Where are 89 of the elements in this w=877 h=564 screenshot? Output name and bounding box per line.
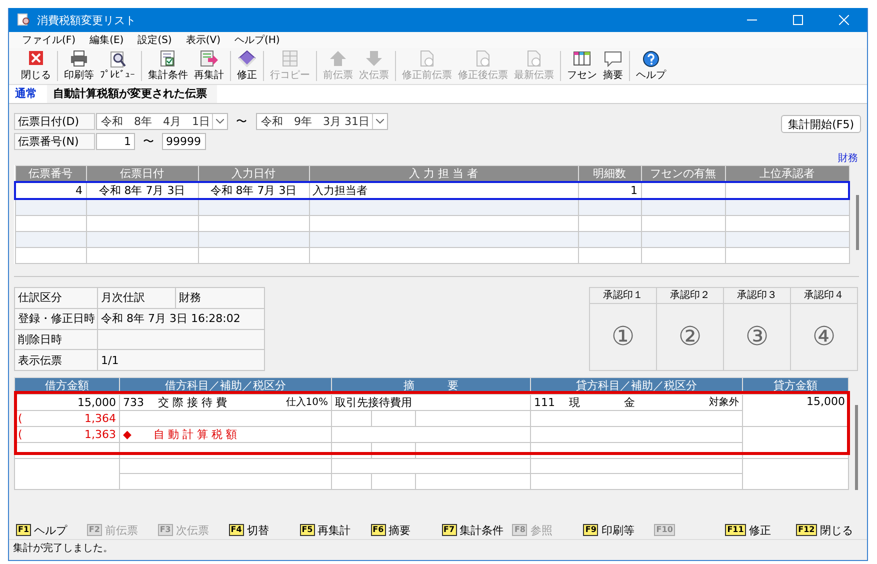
key-badge: F11 xyxy=(725,524,746,536)
field-label: 伝票日付(D) xyxy=(14,113,95,130)
key-badge: F10 xyxy=(654,524,675,536)
debit-amount: 15,000 xyxy=(14,394,120,411)
menu-item[interactable]: 設定(S) xyxy=(130,33,179,47)
info-label: 表示伝票 xyxy=(14,350,98,370)
account-code: 733 xyxy=(123,396,144,409)
stamp-slot[interactable]: ④ xyxy=(791,304,857,370)
department-label: 財務 xyxy=(838,153,858,165)
date-field[interactable]: 令和 8年 4月 1日 xyxy=(96,113,228,130)
app-icon xyxy=(17,13,31,27)
function-key[interactable]: F1 ヘルプ xyxy=(16,522,87,538)
account-name: ◆ 自 動 計 算 税 額 xyxy=(120,426,332,443)
key-badge: F5 xyxy=(300,524,315,536)
menu-item[interactable]: 編集(E) xyxy=(82,33,131,47)
key-badge: F2 xyxy=(86,524,102,536)
menu-item[interactable]: ヘルプ(H) xyxy=(228,33,287,47)
bracket-mark: ( xyxy=(18,412,22,425)
info-label: 仕訳区分 xyxy=(14,288,98,308)
info-value: 1/1 xyxy=(98,350,264,370)
toolbar-button[interactable]: ﾌﾟﾚﾋﾞｭｰ xyxy=(97,51,138,81)
maximize-icon[interactable] xyxy=(793,15,803,25)
toolbar-button[interactable]: 集計条件 xyxy=(145,50,191,82)
info-value: 月次仕訳 xyxy=(98,288,176,308)
toolbar-button[interactable]: 摘要 xyxy=(600,50,626,82)
toolbar-button[interactable]: フセン xyxy=(564,50,600,82)
function-key[interactable]: F9 印刷等 xyxy=(583,522,654,538)
date-field[interactable]: 令和 9年 3月 31日 xyxy=(256,113,388,130)
table-cell: 4 xyxy=(15,182,86,199)
tax-category: 仕入10% xyxy=(286,396,328,410)
account-code: 111 xyxy=(534,396,556,409)
key-badge: F12 xyxy=(796,524,817,536)
function-key[interactable]: F6 摘要 xyxy=(370,522,442,538)
scrollbar[interactable] xyxy=(856,195,859,250)
key-badge: F6 xyxy=(370,524,386,536)
info-value: 財務 xyxy=(176,288,264,308)
credit-amount: 15,000 xyxy=(742,394,849,426)
bracket-mark: ( xyxy=(18,428,22,441)
stamp-label: 承認印２ xyxy=(657,288,723,304)
account-name: 交 際 接 待 費 xyxy=(157,394,228,410)
function-key[interactable]: F7 集計条件 xyxy=(442,522,512,538)
function-key[interactable]: F12 閉じる xyxy=(796,522,867,538)
tab[interactable]: 自動計算税額が変更された伝票 xyxy=(47,85,217,103)
range-separator: 〜 xyxy=(143,134,154,149)
tax-amount: 1,363 xyxy=(84,428,116,441)
toolbar-button[interactable]: 再集計 xyxy=(191,50,227,82)
toolbar-button[interactable]: 修正 xyxy=(234,50,260,82)
field-label: 伝票番号(N) xyxy=(14,133,95,150)
info-label: 削除日時 xyxy=(14,329,98,350)
toolbar-button[interactable]: 印刷等 xyxy=(61,50,97,82)
stamp-slot[interactable]: ③ xyxy=(724,304,790,370)
info-label: 登録・修正日時 xyxy=(14,308,98,329)
table-cell: 令和 8年 7月 3日 xyxy=(198,182,309,199)
function-key[interactable]: F11 修正 xyxy=(725,522,796,538)
info-value: 令和 8年 7月 3日 16:28:02 xyxy=(98,308,264,329)
window-title: 消費税額変更リスト xyxy=(37,12,137,28)
function-key[interactable]: F4 切替 xyxy=(228,522,300,538)
status-text: 集計が完了しました。 xyxy=(9,539,867,558)
table-cell: 令和 8年 7月 3日 xyxy=(86,182,198,199)
toolbar-button[interactable]: ヘルプ xyxy=(633,50,669,82)
key-badge: F4 xyxy=(228,524,244,536)
start-button[interactable]: 集計開始(F5) xyxy=(781,115,861,133)
stamp-label: 承認印３ xyxy=(724,288,790,304)
function-key[interactable]: F5 再集計 xyxy=(300,522,371,538)
key-badge: F9 xyxy=(583,524,598,536)
scrollbar[interactable] xyxy=(855,405,858,490)
stamp-slot[interactable]: ① xyxy=(590,304,656,370)
close-icon[interactable] xyxy=(839,15,849,25)
menu-item[interactable]: 表示(V) xyxy=(178,33,228,47)
down-arrow-icon xyxy=(364,50,384,67)
key-badge: F3 xyxy=(158,524,173,536)
stamp-label: 承認印１ xyxy=(590,288,656,304)
account-name: 現 金 xyxy=(568,394,636,410)
up-arrow-icon xyxy=(328,50,348,67)
tax-amount: 1,364 xyxy=(84,412,116,425)
number-field[interactable]: 99999 xyxy=(162,133,206,150)
memo-text: 取引先接待費用 xyxy=(332,394,531,411)
key-badge: F7 xyxy=(442,524,457,536)
menu-item[interactable]: ファイル(F) xyxy=(15,33,83,47)
magnifier-icon xyxy=(108,51,128,68)
tax-category: 対象外 xyxy=(709,396,740,410)
stamp-label: 承認印４ xyxy=(791,288,857,304)
table-cell: 入力担当者 xyxy=(309,182,578,199)
stamp-slot[interactable]: ② xyxy=(657,304,723,370)
range-separator: 〜 xyxy=(236,114,247,129)
key-badge: F8 xyxy=(512,524,528,536)
number-field[interactable]: 1 xyxy=(96,133,135,150)
toolbar-button[interactable]: 閉じる xyxy=(18,50,54,82)
key-badge: F1 xyxy=(16,524,32,536)
